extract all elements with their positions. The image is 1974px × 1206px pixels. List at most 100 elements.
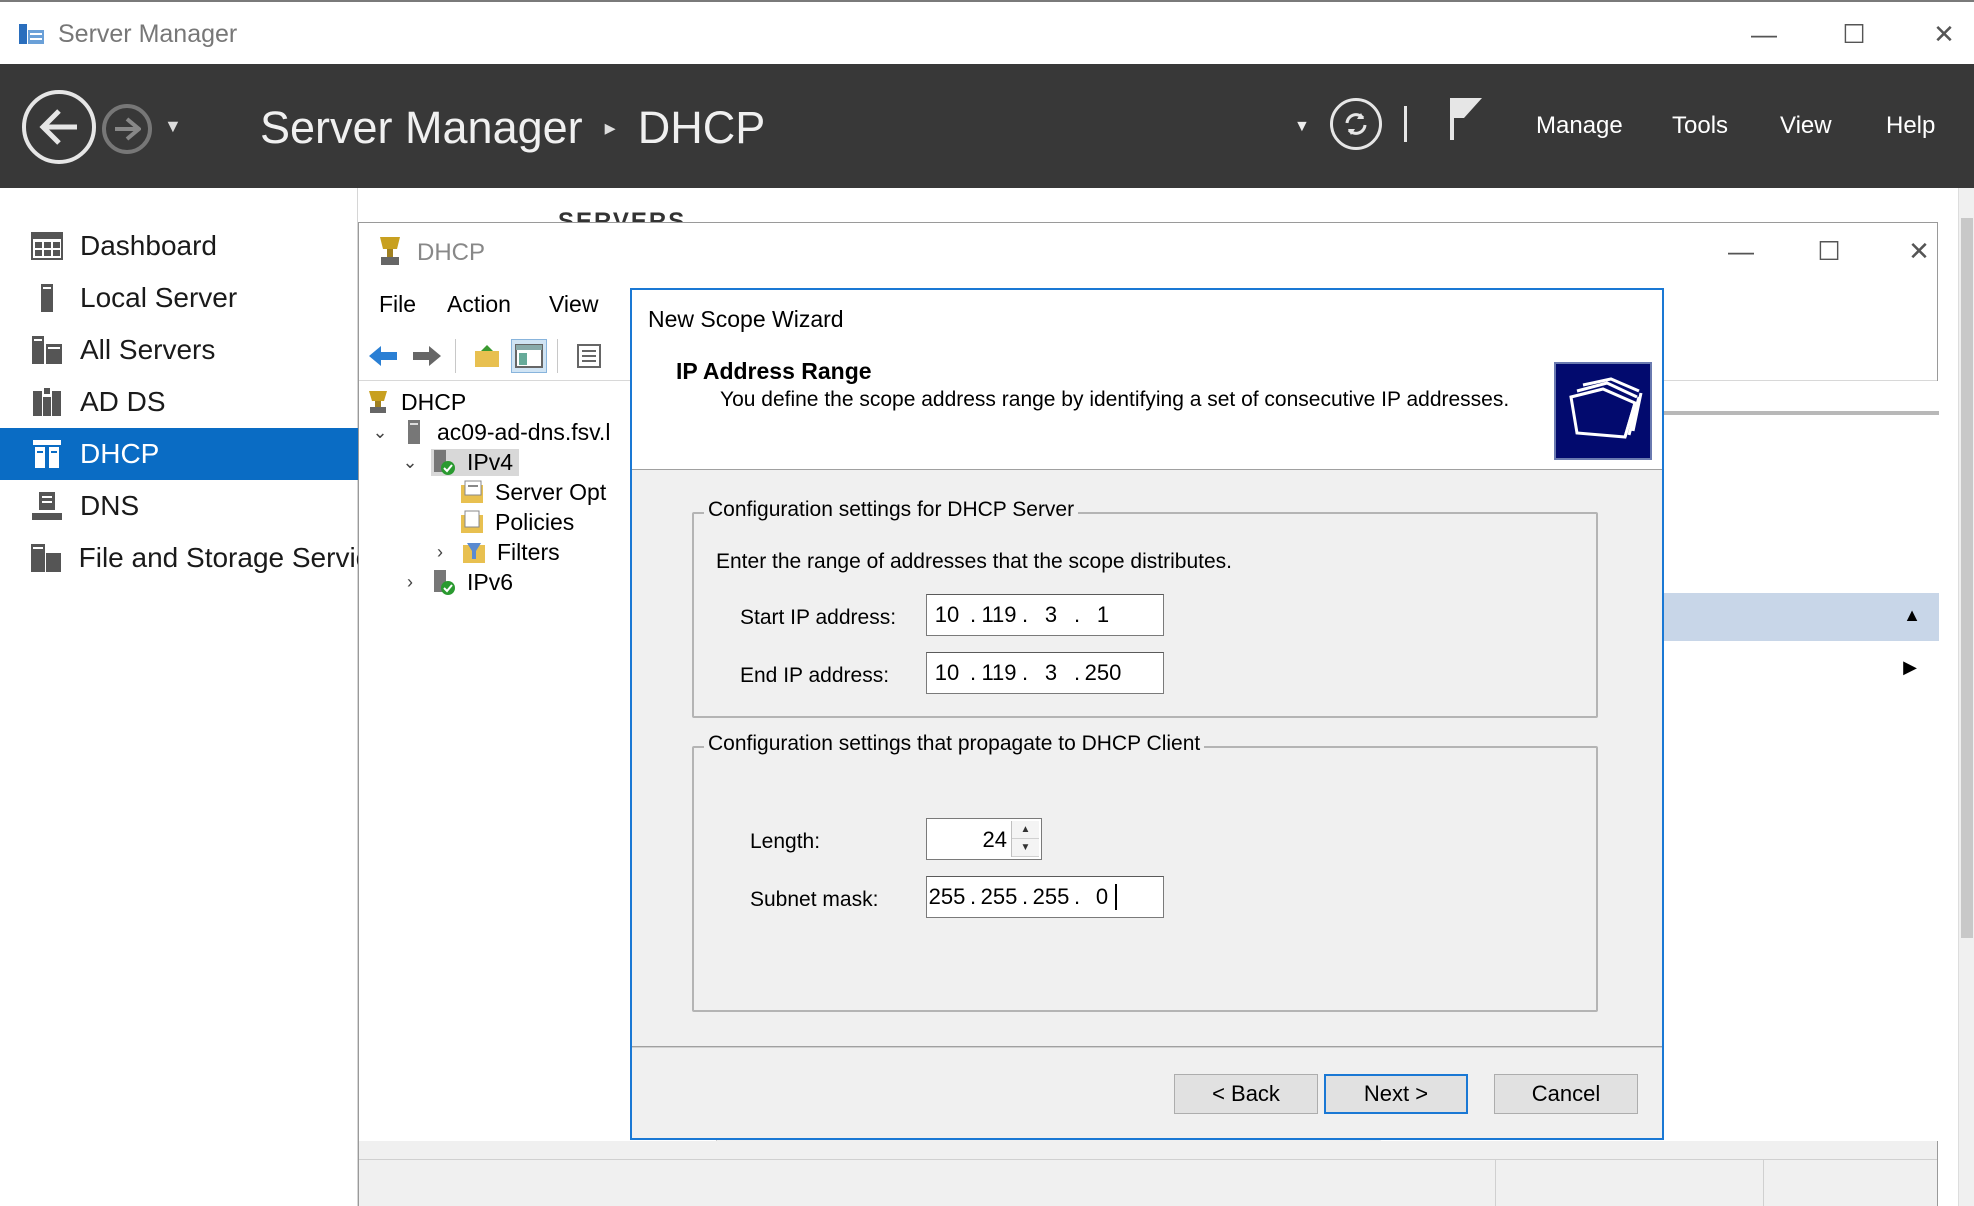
minimize-button[interactable]: — bbox=[1734, 12, 1794, 56]
ip-octet[interactable]: 250 bbox=[1083, 660, 1123, 686]
start-ip-label: Start IP address: bbox=[740, 606, 897, 629]
sidebar-item-dns[interactable]: DNS bbox=[0, 480, 358, 532]
subnet-mask-label: Subnet mask: bbox=[750, 888, 879, 911]
menu-tools[interactable]: Tools bbox=[1672, 112, 1728, 140]
forward-arrow-icon bbox=[115, 117, 141, 141]
subnet-mask-input[interactable]: 255. 255. 255. 0 bbox=[926, 876, 1164, 918]
breadcrumb-dropdown-icon[interactable]: ▼ bbox=[1294, 118, 1310, 136]
dhcp-maximize-button[interactable]: ☐ bbox=[1799, 229, 1859, 273]
toolbar-forward-button[interactable] bbox=[409, 339, 445, 373]
sidebar-item-local-server[interactable]: Local Server bbox=[0, 272, 358, 324]
dhcp-console-icon bbox=[375, 235, 405, 272]
tree-node-dhcp-root[interactable]: DHCP bbox=[365, 385, 466, 419]
tree-node-server-options[interactable]: Server Opt bbox=[459, 475, 606, 509]
length-value[interactable]: 24 bbox=[983, 827, 1007, 853]
toolbar-up-folder-button[interactable] bbox=[469, 339, 505, 373]
ip-octet[interactable]: 10 bbox=[927, 602, 967, 628]
toolbar-show-hide-tree-button[interactable] bbox=[511, 339, 547, 373]
dhcp-close-button[interactable]: ✕ bbox=[1889, 229, 1949, 273]
maximize-button[interactable]: ☐ bbox=[1824, 12, 1884, 56]
dhcp-trophy-icon bbox=[365, 389, 391, 415]
expand-right-icon[interactable]: ▶ bbox=[1903, 657, 1917, 678]
sidebar-item-ad-ds[interactable]: AD DS bbox=[0, 376, 358, 428]
dhcp-menu-view[interactable]: View bbox=[549, 291, 598, 318]
start-ip-input[interactable]: 10. 119. 3. 1 bbox=[926, 594, 1164, 636]
sidebar-item-file-storage[interactable]: File and Storage Servic bbox=[0, 532, 358, 584]
dhcp-menu-file[interactable]: File bbox=[379, 291, 416, 318]
sidebar-item-dashboard[interactable]: Dashboard bbox=[0, 220, 358, 272]
chevron-down-icon[interactable]: ⌄ bbox=[399, 452, 421, 473]
next-button[interactable]: Next > bbox=[1324, 1074, 1468, 1114]
cancel-button[interactable]: Cancel bbox=[1494, 1074, 1638, 1114]
group-legend: Configuration settings that propagate to… bbox=[704, 732, 1205, 756]
ip-octet[interactable]: 255 bbox=[979, 884, 1019, 910]
sidebar-item-label: Dashboard bbox=[80, 230, 217, 261]
close-button[interactable]: ✕ bbox=[1914, 12, 1974, 56]
forward-nav-button[interactable] bbox=[102, 104, 152, 154]
all-servers-icon bbox=[30, 335, 64, 365]
tree-node-policies[interactable]: Policies bbox=[459, 505, 574, 539]
end-ip-input[interactable]: 10. 119. 3. 250 bbox=[926, 652, 1164, 694]
notifications-flag-button[interactable] bbox=[1446, 94, 1486, 149]
ip-octet[interactable]: 119 bbox=[979, 602, 1019, 628]
back-arrow-icon bbox=[369, 346, 397, 366]
ip-octet[interactable]: 255 bbox=[1031, 884, 1071, 910]
back-nav-button[interactable] bbox=[22, 90, 96, 164]
dashboard-icon bbox=[30, 231, 64, 261]
menu-manage[interactable]: Manage bbox=[1536, 112, 1623, 140]
length-stepper[interactable]: 24 ▲ ▼ bbox=[926, 818, 1042, 860]
dhcp-icon bbox=[30, 439, 64, 469]
tree-node-server[interactable]: ⌄ ac09-ad-dns.fsv.l bbox=[369, 415, 610, 449]
ip-octet[interactable]: 3 bbox=[1031, 602, 1071, 628]
refresh-button[interactable] bbox=[1330, 98, 1382, 150]
dhcp-console-titlebar: DHCP — ☐ ✕ bbox=[359, 223, 1937, 279]
flag-icon bbox=[1450, 98, 1482, 140]
length-stepper-arrows[interactable]: ▲ ▼ bbox=[1011, 821, 1039, 857]
back-button[interactable]: < Back bbox=[1174, 1074, 1318, 1114]
back-arrow-icon bbox=[39, 109, 77, 145]
nav-history-dropdown-icon[interactable]: ▼ bbox=[164, 116, 182, 137]
tree-node-ipv6[interactable]: › IPv6 bbox=[399, 565, 513, 599]
menu-help[interactable]: Help bbox=[1886, 112, 1935, 140]
local-server-icon bbox=[30, 283, 64, 313]
stepper-up-icon[interactable]: ▲ bbox=[1012, 821, 1039, 839]
tree-node-label: Server Opt bbox=[495, 478, 607, 505]
chevron-right-icon[interactable]: › bbox=[399, 572, 421, 593]
maximize-icon: ☐ bbox=[1817, 235, 1841, 266]
server-manager-app-icon bbox=[18, 20, 46, 46]
ip-octet[interactable]: 3 bbox=[1031, 660, 1071, 686]
sidebar-item-all-servers[interactable]: All Servers bbox=[0, 324, 358, 376]
tree-node-label: ac09-ad-dns.fsv.l bbox=[437, 418, 611, 445]
minimize-icon: — bbox=[1751, 18, 1777, 49]
wizard-titlebar: New Scope Wizard bbox=[632, 290, 1662, 348]
ip-octet[interactable]: 119 bbox=[979, 660, 1019, 686]
ip-octet[interactable]: 10 bbox=[927, 660, 967, 686]
chevron-down-icon[interactable]: ⌄ bbox=[369, 422, 391, 443]
stepper-down-icon[interactable]: ▼ bbox=[1012, 839, 1039, 857]
ip-octet[interactable]: 255 bbox=[927, 884, 967, 910]
ip-octet[interactable]: 0 bbox=[1089, 884, 1117, 910]
dhcp-server-settings-group: Configuration settings for DHCP Server E… bbox=[692, 498, 1598, 718]
sidebar-item-label: File and Storage Servic bbox=[78, 542, 358, 573]
main-scrollbar-thumb[interactable] bbox=[1961, 218, 1973, 938]
console-tree-icon bbox=[515, 344, 543, 368]
tree-node-label: IPv6 bbox=[467, 568, 514, 595]
main-scrollbar[interactable] bbox=[1958, 188, 1974, 1206]
chevron-right-icon[interactable]: › bbox=[429, 542, 451, 563]
tree-node-filters[interactable]: › Filters bbox=[429, 535, 560, 569]
sidebar-item-label: AD DS bbox=[80, 386, 166, 417]
ip-octet[interactable]: 1 bbox=[1083, 602, 1123, 628]
breadcrumb-root[interactable]: Server Manager bbox=[260, 102, 583, 154]
wizard-folders-icon bbox=[1554, 362, 1652, 460]
toolbar-properties-button[interactable] bbox=[571, 339, 607, 373]
menu-view[interactable]: View bbox=[1780, 112, 1832, 140]
range-instruction: Enter the range of addresses that the sc… bbox=[716, 550, 1232, 573]
dhcp-menu-action[interactable]: Action bbox=[447, 291, 511, 318]
sidebar-item-dhcp[interactable]: DHCP bbox=[0, 428, 358, 480]
tree-node-ipv4[interactable]: ⌄ IPv4 bbox=[399, 445, 520, 479]
close-icon: ✕ bbox=[1908, 235, 1930, 266]
collapse-up-icon[interactable]: ▲ bbox=[1903, 605, 1921, 626]
dhcp-minimize-button[interactable]: — bbox=[1711, 229, 1771, 273]
toolbar-separator bbox=[455, 339, 456, 373]
toolbar-back-button[interactable] bbox=[365, 339, 401, 373]
